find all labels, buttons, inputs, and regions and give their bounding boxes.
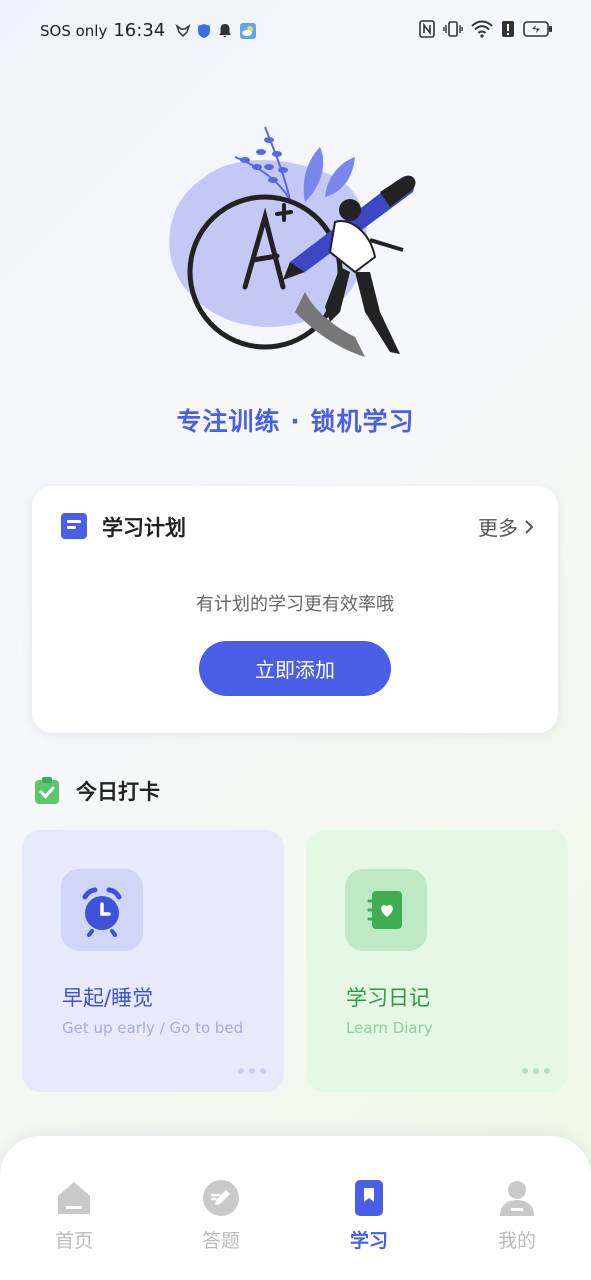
vibrate-icon	[443, 21, 463, 37]
bookmark-icon	[355, 1180, 383, 1216]
card-subtitle: Learn Diary	[346, 1019, 433, 1037]
shield-icon	[198, 23, 211, 38]
tab-study[interactable]: 学习	[319, 1178, 419, 1253]
bell-icon	[219, 23, 232, 37]
clipboard-check-icon	[35, 777, 59, 804]
more-dots-icon[interactable]	[238, 1068, 266, 1074]
user-icon	[500, 1181, 534, 1216]
more-link[interactable]: 更多	[478, 512, 534, 541]
status-bar: SOS only 16:34	[0, 0, 591, 66]
bottom-tab-bar: 首页 答题 学习 我的	[0, 1136, 591, 1280]
tab-answer[interactable]: 答题	[171, 1178, 271, 1253]
checkin-title: 今日打卡	[76, 780, 160, 804]
card-title: 早起/睡觉	[62, 986, 154, 1010]
slogan-text: 专注训练 · 锁机学习	[176, 407, 415, 436]
home-icon	[58, 1182, 90, 1214]
battery-icon	[523, 21, 552, 37]
study-plan-card: 学习计划 更多 有计划的学习更有效率哦 立即添加	[32, 486, 558, 733]
more-dots-icon[interactable]	[522, 1068, 550, 1074]
pencil-icon	[203, 1180, 239, 1216]
tab-label: 首页	[54, 1230, 93, 1252]
chevron-right-icon	[525, 519, 534, 534]
clock-time: 16:34	[113, 20, 166, 41]
a-plus-grade-pen-illustration	[169, 126, 416, 357]
wifi-icon	[471, 20, 493, 38]
weather-icon	[240, 22, 257, 39]
tab-home[interactable]: 首页	[24, 1178, 124, 1253]
more-label: 更多	[478, 516, 518, 540]
card-icon-bg	[345, 869, 427, 951]
signal-alert-icon	[502, 21, 514, 37]
add-plan-button[interactable]: 立即添加	[199, 641, 391, 696]
carrier-text: SOS only	[40, 21, 108, 40]
alarm-clock-icon	[82, 887, 122, 937]
card-title: 学习日记	[346, 986, 430, 1010]
diary-heart-icon	[367, 891, 402, 929]
document-icon	[61, 513, 87, 539]
plan-empty-text: 有计划的学习更有效率哦	[196, 594, 394, 615]
tab-label: 我的	[497, 1230, 536, 1252]
checkin-header: 今日打卡	[34, 776, 160, 806]
early-sleep-card[interactable]: 早起/睡觉 Get up early / Go to bed	[22, 830, 284, 1092]
tab-label: 学习	[349, 1230, 388, 1252]
card-subtitle: Get up early / Go to bed	[62, 1019, 244, 1037]
tab-mine[interactable]: 我的	[467, 1178, 567, 1253]
study-plan-title: 学习计划	[102, 516, 186, 540]
card-icon-bg	[61, 869, 143, 951]
tab-label: 答题	[201, 1230, 240, 1252]
fox-icon	[175, 23, 191, 37]
learn-diary-card[interactable]: 学习日记 Learn Diary	[306, 830, 568, 1092]
nfc-icon	[419, 20, 435, 38]
